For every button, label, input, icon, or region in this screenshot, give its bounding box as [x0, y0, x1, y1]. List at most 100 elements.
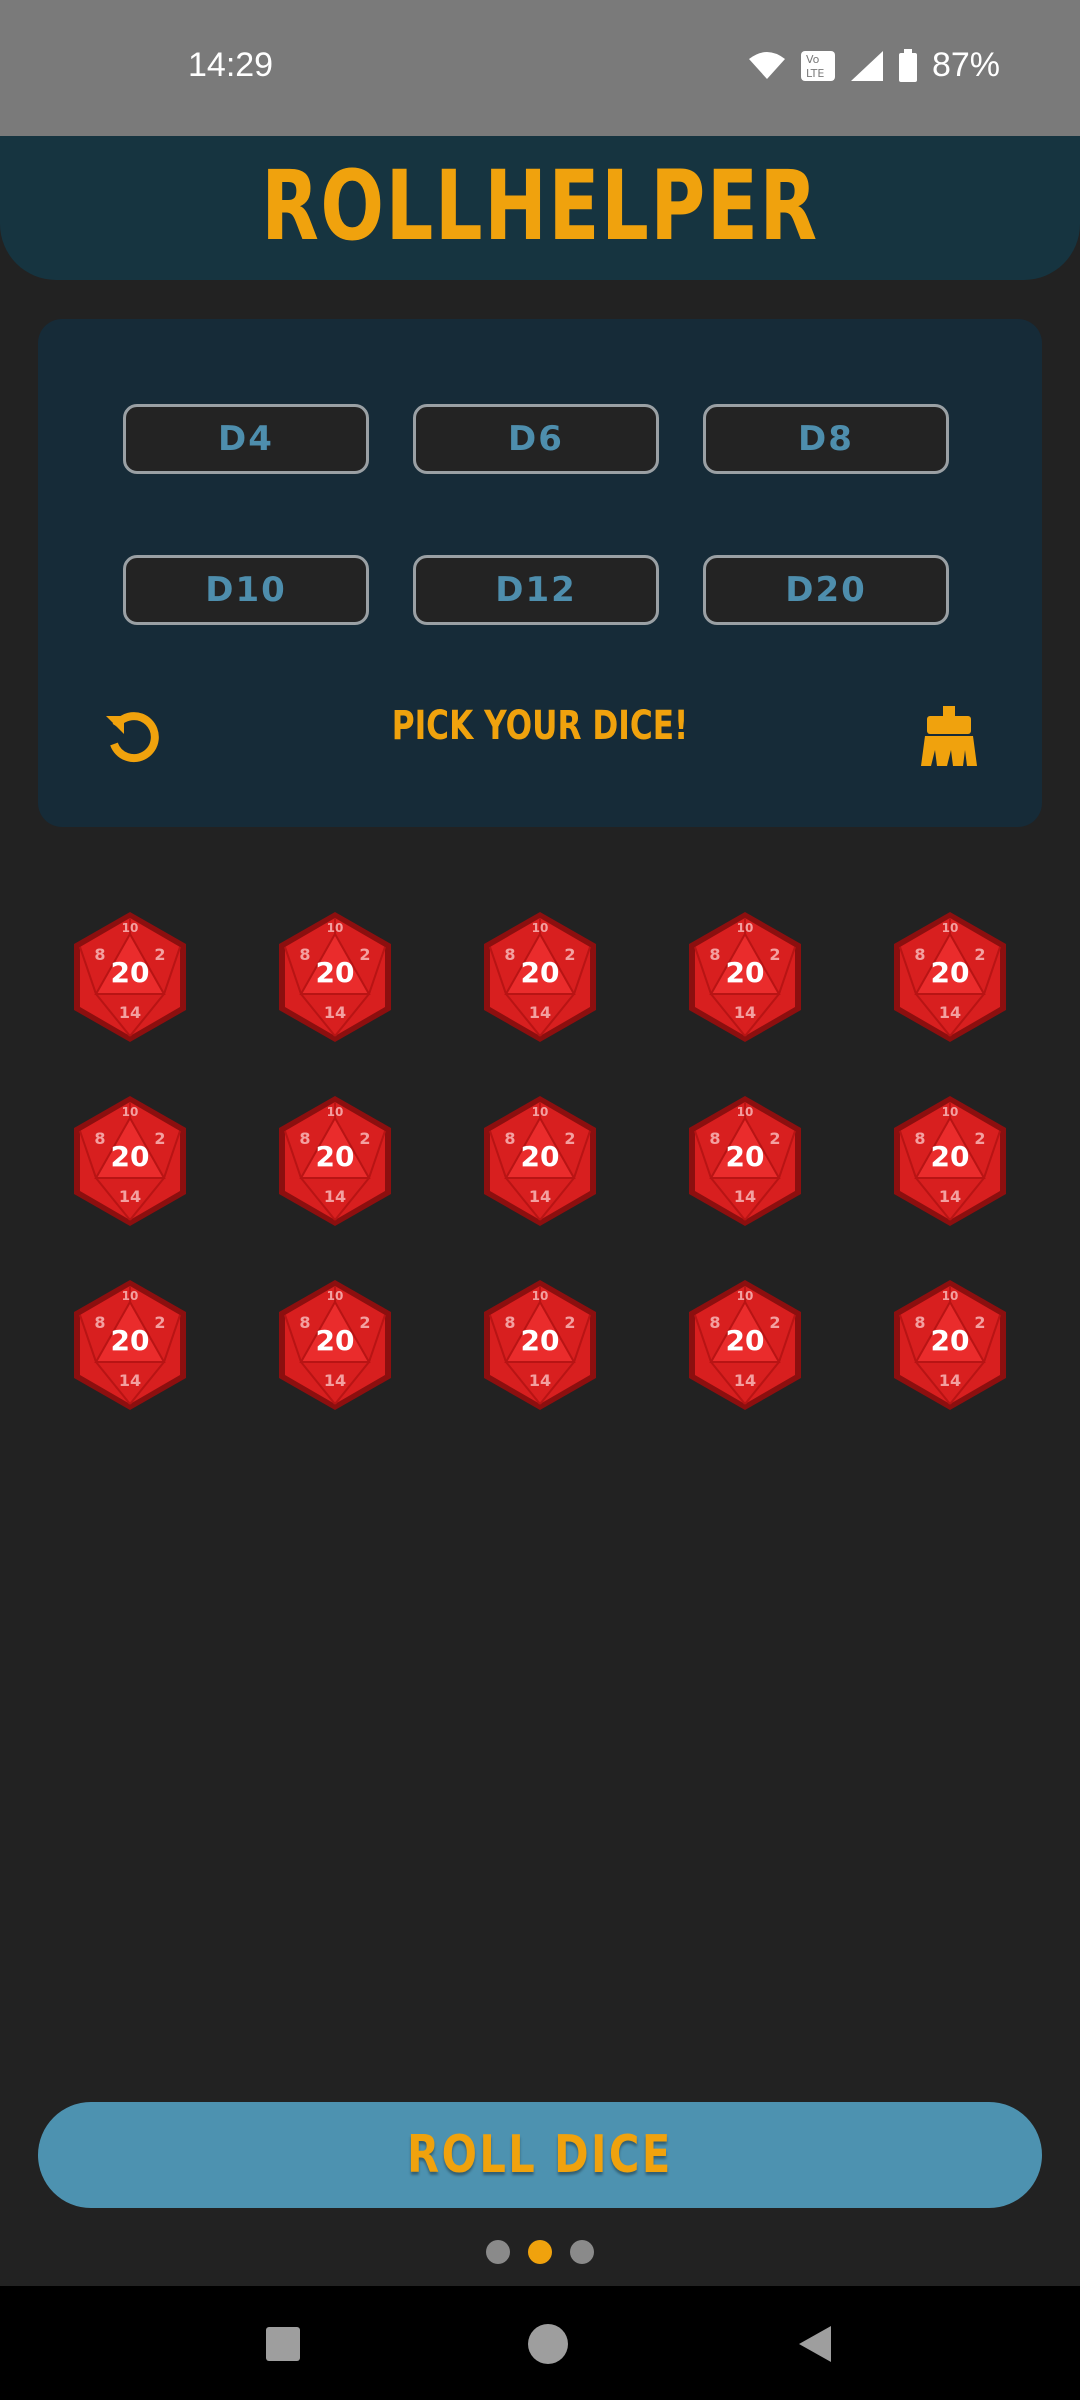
die-face-bottom: 14: [939, 1003, 961, 1022]
d20-die[interactable]: 20 8 2 14 10: [685, 1094, 805, 1228]
d20-die[interactable]: 20 8 2 14 10: [685, 910, 805, 1044]
die-face-bottom: 14: [734, 1371, 756, 1390]
d20-die[interactable]: 20 8 2 14 10: [275, 910, 395, 1044]
die-face-top: 20: [726, 1324, 765, 1357]
dice-picker-panel: D4 D6 D8 D10 D12 D20 PICK YOUR DICE!: [38, 319, 1042, 827]
die-face-bottom: 14: [119, 1003, 141, 1022]
wifi-icon: [748, 51, 785, 79]
back-triangle-icon: [799, 2326, 831, 2362]
signal-icon: [850, 50, 883, 81]
d20-die[interactable]: 20 8 2 14 10: [275, 1278, 395, 1412]
die-face-left: 8: [504, 1129, 515, 1148]
die-face-top-small: 10: [942, 1289, 959, 1303]
die-face-top: 20: [931, 956, 970, 989]
die-face-right: 2: [974, 1313, 985, 1332]
die-face-top-small: 10: [942, 921, 959, 935]
back-button[interactable]: [787, 2316, 843, 2372]
d20-die[interactable]: 20 8 2 14 10: [70, 1278, 190, 1412]
d6-button[interactable]: D6: [413, 404, 659, 474]
die-face-left: 8: [504, 1313, 515, 1332]
die-face-top-small: 10: [327, 921, 344, 935]
die-face-bottom: 14: [324, 1003, 346, 1022]
die-face-left: 8: [299, 1129, 310, 1148]
app-title: ROLLHELPER: [261, 150, 819, 262]
die-face-top: 20: [521, 1324, 560, 1357]
status-bar: 14:29 Vo LTE 87%: [0, 0, 1080, 136]
status-time: 14:29: [188, 46, 274, 84]
page-dot[interactable]: [570, 2240, 594, 2264]
die-face-right: 2: [769, 1129, 780, 1148]
die-face-right: 2: [974, 1129, 985, 1148]
die-face-top: 20: [931, 1324, 970, 1357]
d12-button[interactable]: D12: [413, 555, 659, 625]
die-face-top: 20: [726, 1140, 765, 1173]
d20-die[interactable]: 20 8 2 14 10: [480, 1278, 600, 1412]
d20-die[interactable]: 20 8 2 14 10: [480, 910, 600, 1044]
die-face-left: 8: [94, 945, 105, 964]
die-face-top: 20: [726, 956, 765, 989]
die-face-left: 8: [914, 1129, 925, 1148]
die-face-bottom: 14: [734, 1003, 756, 1022]
die-face-top: 20: [521, 1140, 560, 1173]
d10-button[interactable]: D10: [123, 555, 369, 625]
status-icons: Vo LTE 87%: [748, 46, 1000, 85]
die-face-left: 8: [94, 1129, 105, 1148]
clear-button[interactable]: [914, 702, 984, 772]
recents-button[interactable]: [255, 2316, 311, 2372]
die-face-top-small: 10: [122, 1105, 139, 1119]
die-face-right: 2: [359, 1313, 370, 1332]
home-button[interactable]: [520, 2316, 576, 2372]
die-face-bottom: 14: [939, 1371, 961, 1390]
d20-die[interactable]: 20 8 2 14 10: [70, 1094, 190, 1228]
square-icon: [266, 2327, 300, 2361]
die-face-top-small: 10: [122, 1289, 139, 1303]
broom-icon: [921, 706, 977, 766]
d20-die[interactable]: 20 8 2 14 10: [890, 1094, 1010, 1228]
die-face-bottom: 14: [529, 1187, 551, 1206]
d8-button[interactable]: D8: [703, 404, 949, 474]
svg-text:LTE: LTE: [806, 67, 824, 80]
die-face-top-small: 10: [532, 1105, 549, 1119]
die-face-right: 2: [974, 945, 985, 964]
die-face-left: 8: [914, 945, 925, 964]
page-dot[interactable]: [486, 2240, 510, 2264]
roll-dice-label: ROLL DICE: [407, 2125, 673, 2185]
die-face-bottom: 14: [119, 1187, 141, 1206]
die-face-bottom: 14: [529, 1003, 551, 1022]
die-face-bottom: 14: [734, 1187, 756, 1206]
circle-icon: [528, 2324, 568, 2364]
d4-button[interactable]: D4: [123, 404, 369, 474]
die-face-top-small: 10: [532, 921, 549, 935]
die-face-top-small: 10: [327, 1105, 344, 1119]
die-face-bottom: 14: [119, 1371, 141, 1390]
die-face-left: 8: [299, 1313, 310, 1332]
d20-die[interactable]: 20 8 2 14 10: [890, 1278, 1010, 1412]
die-face-right: 2: [769, 945, 780, 964]
d20-die[interactable]: 20 8 2 14 10: [480, 1094, 600, 1228]
die-face-top-small: 10: [532, 1289, 549, 1303]
die-face-top: 20: [316, 956, 355, 989]
die-face-left: 8: [504, 945, 515, 964]
die-face-left: 8: [914, 1313, 925, 1332]
d20-die[interactable]: 20 8 2 14 10: [685, 1278, 805, 1412]
d20-die[interactable]: 20 8 2 14 10: [70, 910, 190, 1044]
die-face-right: 2: [564, 1129, 575, 1148]
die-face-bottom: 14: [939, 1187, 961, 1206]
die-face-top-small: 10: [327, 1289, 344, 1303]
page-indicator: [0, 2240, 1080, 2264]
die-face-right: 2: [154, 1129, 165, 1148]
die-face-left: 8: [709, 945, 720, 964]
die-face-top: 20: [316, 1140, 355, 1173]
d20-button[interactable]: D20: [703, 555, 949, 625]
roll-dice-button[interactable]: ROLL DICE: [38, 2102, 1042, 2208]
die-face-right: 2: [154, 945, 165, 964]
app-header: ROLLHELPER: [0, 136, 1080, 280]
die-face-top-small: 10: [737, 921, 754, 935]
volte-icon: Vo LTE: [800, 50, 835, 81]
d20-die[interactable]: 20 8 2 14 10: [275, 1094, 395, 1228]
die-face-bottom: 14: [324, 1371, 346, 1390]
page-dot[interactable]: [528, 2240, 552, 2264]
die-face-right: 2: [769, 1313, 780, 1332]
die-face-top-small: 10: [737, 1105, 754, 1119]
d20-die[interactable]: 20 8 2 14 10: [890, 910, 1010, 1044]
